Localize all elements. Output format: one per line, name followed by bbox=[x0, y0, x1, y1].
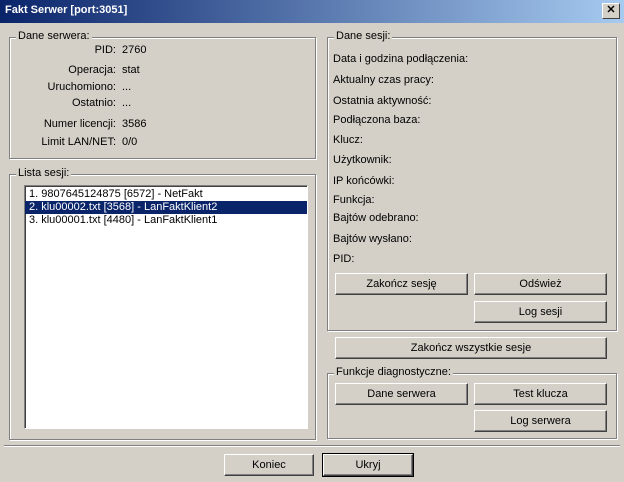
server-field-label: Limit LAN/NET: bbox=[41, 136, 116, 148]
session-listbox[interactable]: 1. 9807645124875 [6572] - NetFakt 2. klu0… bbox=[24, 185, 308, 429]
server-log-button[interactable]: Log serwera bbox=[474, 410, 607, 432]
test-key-button[interactable]: Test klucza bbox=[474, 383, 607, 405]
session-detail-label: Klucz: bbox=[333, 134, 363, 146]
window-title: Fakt Serwer [port:3051] bbox=[5, 4, 128, 16]
server-field-value: 2760 bbox=[122, 44, 147, 56]
server-field-label: PID: bbox=[94, 44, 116, 56]
session-detail-label: Ostatnia aktywność: bbox=[333, 95, 432, 107]
end-button[interactable]: Koniec bbox=[224, 454, 314, 476]
server-field-value: ... bbox=[122, 97, 132, 109]
session-list-item[interactable]: 1. 9807645124875 [6572] - NetFakt bbox=[25, 188, 307, 201]
session-detail-label: Bajtów wysłano: bbox=[333, 233, 412, 245]
server-field-label: Numer licencji: bbox=[43, 118, 116, 130]
session-detail-label: Podłączona baza: bbox=[333, 114, 421, 126]
server-field-value: stat bbox=[122, 64, 140, 76]
server-field-label: Uruchomiono: bbox=[47, 81, 116, 93]
server-field-value: ... bbox=[122, 81, 132, 93]
server-field-value: 0/0 bbox=[122, 136, 138, 148]
server-field-value: 3586 bbox=[122, 118, 147, 130]
refresh-button[interactable]: Odśwież bbox=[474, 273, 607, 295]
session-details-legend: Dane sesji: bbox=[334, 30, 393, 42]
title-bar: Fakt Serwer [port:3051] ✕ bbox=[0, 0, 624, 23]
session-detail-label: Bajtów odebrano: bbox=[333, 212, 419, 224]
server-field-label: Operacja: bbox=[68, 64, 116, 76]
session-list-item[interactable]: 3. klu00001.txt [4480] - LanFaktKlient1 bbox=[25, 214, 307, 227]
session-detail-label: Użytkownik: bbox=[333, 154, 392, 166]
session-list-item[interactable]: 2. klu00002.txt [3568] - LanFaktKlient2 bbox=[25, 201, 307, 214]
end-all-sessions-button[interactable]: Zakończ wszystkie sesje bbox=[335, 337, 607, 359]
server-field-label: Ostatnio: bbox=[71, 97, 116, 109]
session-detail-label: PID: bbox=[333, 253, 355, 265]
close-icon[interactable]: ✕ bbox=[602, 3, 620, 19]
session-list-legend: Lista sesji: bbox=[16, 167, 72, 179]
session-detail-label: Aktualny czas pracy: bbox=[333, 74, 434, 86]
end-session-button[interactable]: Zakończ sesję bbox=[335, 273, 468, 295]
hide-button[interactable]: Ukryj bbox=[322, 453, 414, 477]
session-log-button[interactable]: Log sesji bbox=[474, 301, 607, 323]
session-detail-label: Data i godzina podłączenia: bbox=[333, 53, 469, 65]
server-data-legend: Dane serwera: bbox=[16, 30, 92, 42]
footer-separator bbox=[4, 445, 620, 447]
session-detail-label: Funkcja: bbox=[333, 194, 375, 206]
diagnostics-legend: Funkcje diagnostyczne: bbox=[334, 366, 453, 378]
server-data-button[interactable]: Dane serwera bbox=[335, 383, 468, 405]
session-detail-label: IP końcówki: bbox=[333, 175, 395, 187]
